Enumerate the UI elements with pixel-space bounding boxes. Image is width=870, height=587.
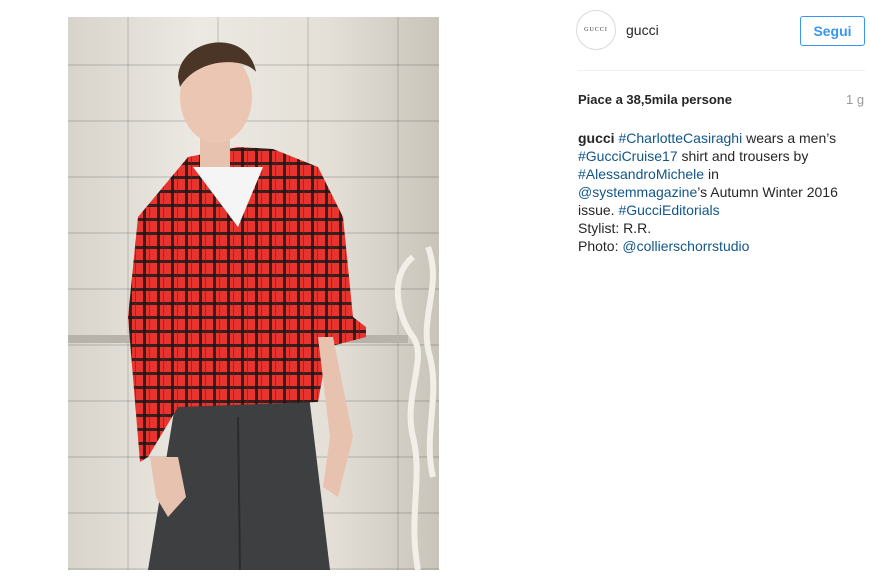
caption-text-3: in	[704, 166, 719, 182]
profile-username[interactable]: gucci	[626, 22, 659, 38]
post-photo[interactable]	[68, 17, 439, 570]
hashtag-alessandro-michele[interactable]: #AlessandroMichele	[578, 166, 704, 182]
post-photo-illustration	[68, 17, 437, 570]
avatar-logo-text: GUCCI	[584, 27, 608, 33]
mention-collierschorrstudio[interactable]: @collierschorrstudio	[622, 238, 749, 254]
hashtag-gucci-editorials[interactable]: #GucciEditorials	[618, 202, 719, 218]
caption-username[interactable]: gucci	[578, 130, 615, 146]
post-timestamp[interactable]: 1 g	[846, 92, 864, 107]
likes-count[interactable]: Piace a 38,5mila persone	[578, 92, 732, 107]
hashtag-charlotte-casiraghi[interactable]: #CharlotteCasiraghi	[618, 130, 742, 146]
follow-button[interactable]: Segui	[800, 16, 865, 46]
hashtag-gucci-cruise[interactable]: #GucciCruise17	[578, 148, 678, 164]
caption-text-7: Photo:	[578, 238, 623, 254]
post-caption: gucci #CharlotteCasiraghi wears a men’s …	[578, 129, 865, 255]
mention-systemmagazine[interactable]: @systemmagazine	[578, 184, 697, 200]
caption-stylist: Stylist: R.R.	[578, 220, 652, 236]
caption-line-1: gucci #CharlotteCasiraghi wears a men’s	[578, 129, 865, 147]
caption-text-2: shirt and trousers by	[677, 148, 809, 164]
caption-line-4: @systemmagazine’s Autumn Winter 2016	[578, 183, 865, 201]
caption-line-3: #AlessandroMichele in	[578, 165, 865, 183]
caption-line-5: issue. #GucciEditorials	[578, 201, 865, 219]
profile-avatar[interactable]: GUCCI	[576, 10, 616, 50]
caption-text-4: ’s Autumn Winter 2016	[697, 184, 838, 200]
caption-line-2: #GucciCruise17 shirt and trousers by	[578, 147, 865, 165]
header-divider	[578, 70, 865, 71]
caption-text-5: issue.	[578, 202, 619, 218]
caption-line-7: Photo: @collierschorrstudio	[578, 237, 865, 255]
caption-text-1: wears a men’s	[742, 130, 837, 146]
